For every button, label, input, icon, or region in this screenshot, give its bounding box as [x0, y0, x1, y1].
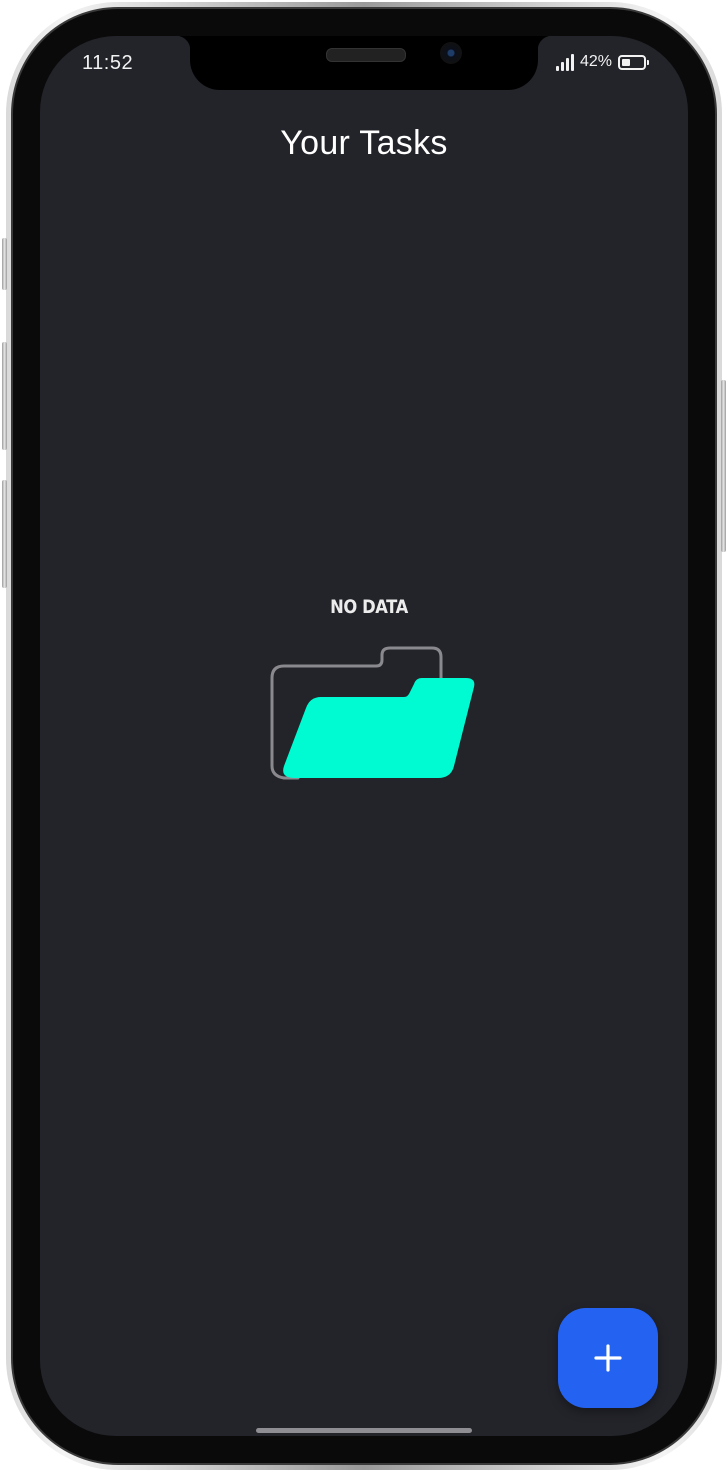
volume-down-button — [2, 480, 7, 588]
page-title: Your Tasks — [280, 124, 448, 162]
front-camera-icon — [440, 42, 462, 64]
battery-level — [622, 58, 630, 66]
empty-state: NO DATA — [40, 596, 688, 786]
volume-up-button — [2, 342, 7, 450]
plus-icon — [594, 1344, 622, 1372]
status-time: 11:52 — [82, 52, 134, 74]
speaker-grille — [326, 48, 406, 62]
empty-state-label: NO DATA — [330, 596, 408, 618]
home-indicator[interactable] — [256, 1428, 472, 1433]
add-task-button[interactable] — [558, 1308, 658, 1408]
notch — [176, 36, 552, 90]
folder-icon — [270, 646, 475, 780]
signal-icon — [555, 53, 574, 71]
status-indicators: 42% — [555, 53, 649, 71]
power-button — [721, 380, 726, 552]
silent-switch — [2, 238, 7, 290]
battery-icon — [618, 54, 649, 70]
folder-front-panel — [283, 678, 475, 778]
app-screen: 11:52 42% Your Tasks NO DATA — [40, 36, 688, 1436]
battery-percent: 42% — [579, 53, 612, 70]
